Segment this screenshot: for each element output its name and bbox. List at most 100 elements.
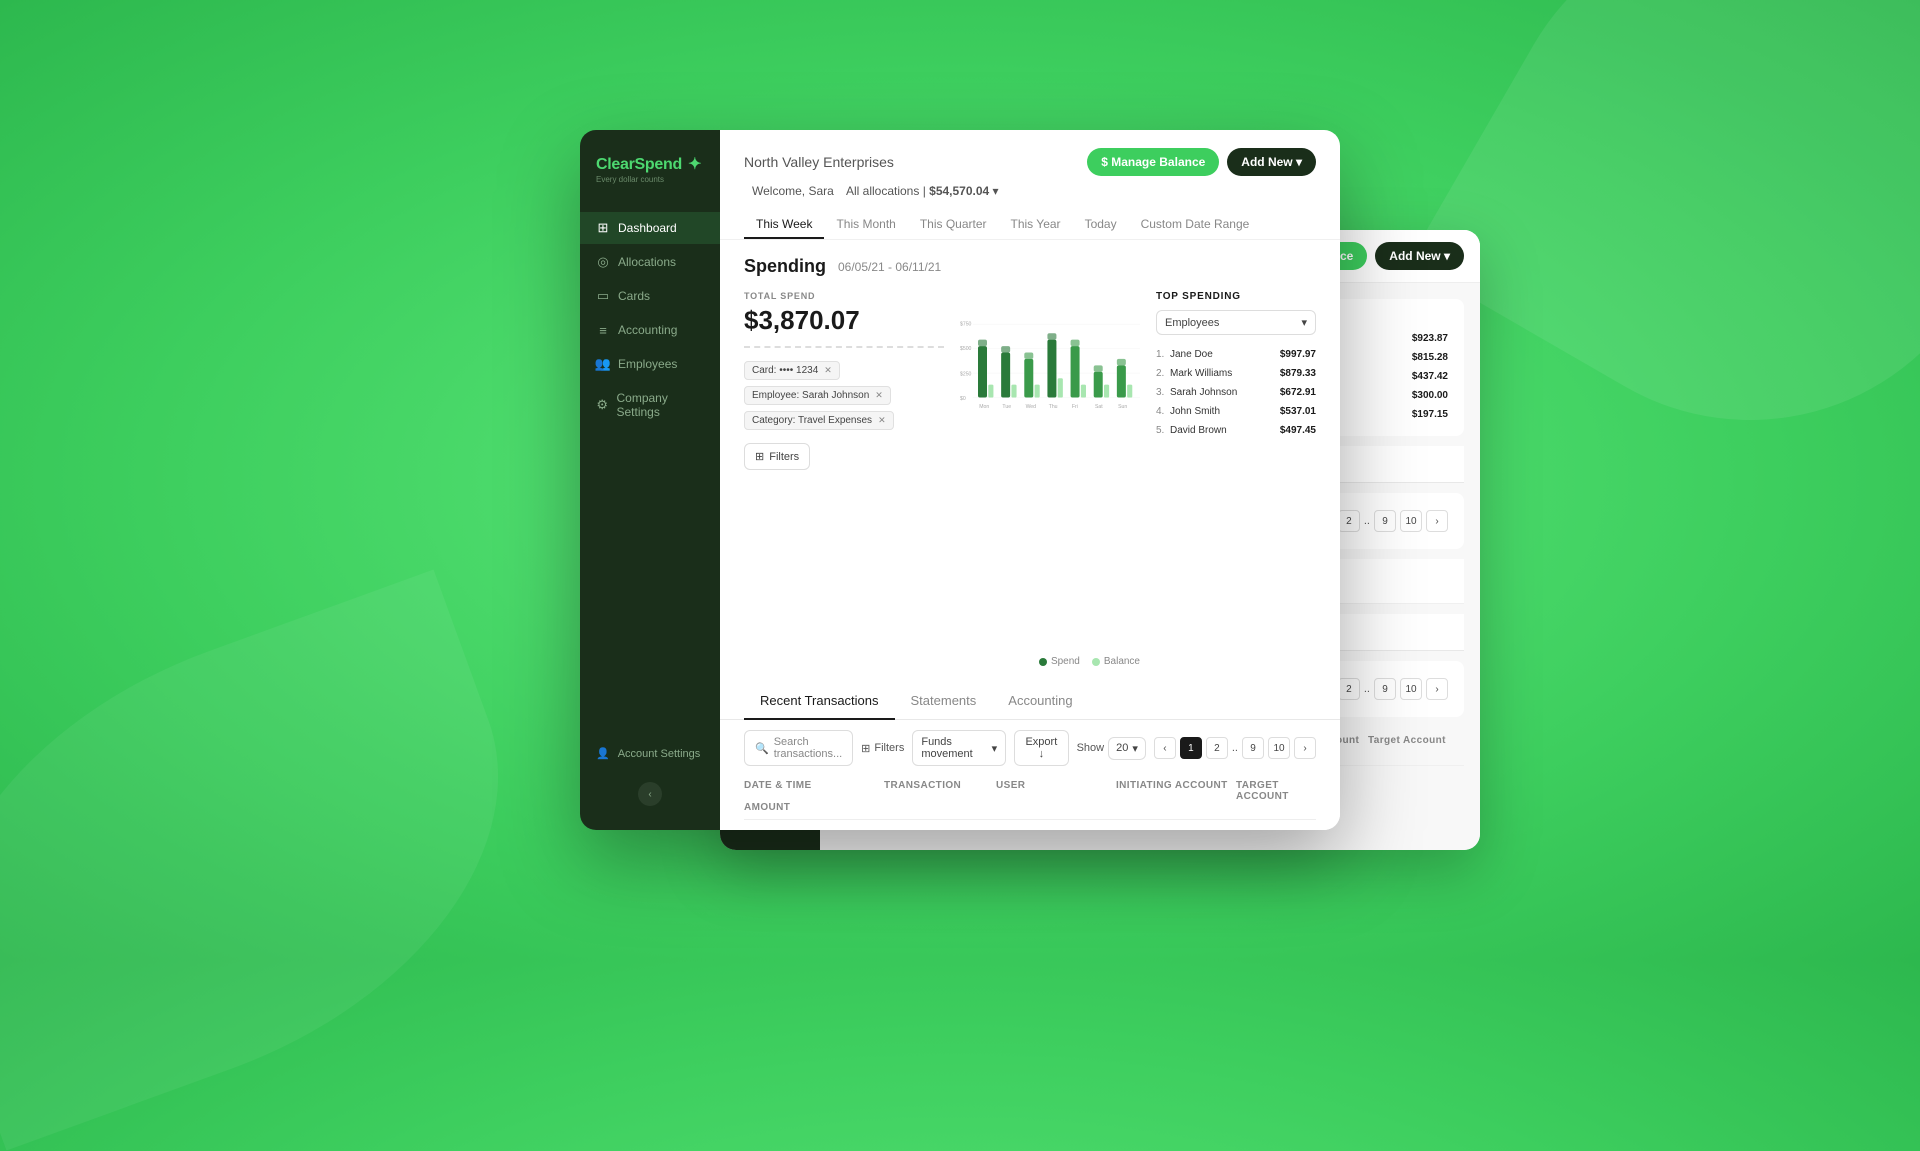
tabs-row: Recent Transactions Statements Accountin… [720,683,1340,720]
allocations-balance: All allocations | $54,570.04 ▾ [846,184,999,198]
tab-recent-transactions[interactable]: Recent Transactions [744,683,895,720]
name-3: Sarah Johnson [1170,387,1280,398]
sidebar-item-cards[interactable]: ▭ Cards [580,280,720,312]
col-user: User [996,780,1116,802]
spending-body: TOTAL SPEND $3,870.07 Card: •••• 1234 ✕ … [744,291,1316,667]
sidebar-item-label: Employees [618,357,677,371]
page-10-button[interactable]: 10 [1268,737,1290,759]
legend-spend-dot [1039,658,1047,666]
back-amount-1: $923.87 [1412,333,1448,344]
back-page-10-2[interactable]: 10 [1400,678,1422,700]
sidebar-item-employees[interactable]: 👥 Employees [580,348,720,380]
tab-statements[interactable]: Statements [895,683,993,720]
legend-spend: Spend [1039,656,1080,667]
transactions-controls: 🔍 Search transactions... ⊞ Filters Funds… [744,730,1316,766]
top-spending-list: 1. Jane Doe $997.97 2. Mark Williams $87… [1156,345,1316,440]
employees-icon: 👥 [596,357,610,371]
show-value: 20 [1116,742,1128,754]
page-1-button[interactable]: 1 [1180,737,1202,759]
show-chevron-icon: ▾ [1132,742,1138,755]
account-settings-item[interactable]: 👤 Account Settings [596,739,704,768]
svg-text:Thu: Thu [1049,404,1058,410]
search-icon: 🔍 [755,742,769,755]
add-new-button[interactable]: Add New ▾ [1227,148,1316,176]
filter-employee-remove[interactable]: ✕ [875,390,883,401]
sidebar-item-allocations[interactable]: ◎ Allocations [580,246,720,278]
manage-balance-button[interactable]: $ Manage Balance [1087,148,1219,176]
sidebar-item-dashboard[interactable]: ⊞ Dashboard [580,212,720,244]
app-logo: ClearSpend ✦ [596,154,704,174]
tab-accounting[interactable]: Accounting [992,683,1088,720]
rank-3: 3. [1156,387,1170,398]
svg-text:Sat: Sat [1095,404,1103,410]
filter-card-remove[interactable]: ✕ [824,365,832,376]
tab-this-quarter[interactable]: This Quarter [908,211,999,239]
filters-button[interactable]: ⊞ Filters [744,443,810,470]
svg-text:Tue: Tue [1002,404,1011,410]
filter-tags: Card: •••• 1234 ✕ Employee: Sarah Johnso… [744,360,944,435]
back-add-new-button[interactable]: Add New ▾ [1375,242,1464,270]
filter-icon: ⊞ [861,742,870,755]
cards-icon: ▭ [596,289,610,303]
top-spending-row-2: 2. Mark Williams $879.33 [1156,364,1316,383]
back-next-page[interactable]: › [1426,510,1448,532]
sidebar-item-label: Allocations [618,255,676,269]
tab-this-year[interactable]: This Year [999,211,1073,239]
name-4: John Smith [1170,406,1280,417]
back-page-ellipsis-2: .. [1364,683,1370,695]
svg-text:$500: $500 [960,346,972,352]
svg-text:Sun: Sun [1118,404,1127,410]
top-spending-dropdown[interactable]: Employees ▾ [1156,310,1316,335]
chart-area: $750 $500 $250 $0 [960,291,1140,667]
chart-container: $750 $500 $250 $0 [960,291,1140,652]
col-amount: Amount [744,802,884,813]
welcome-line: Welcome, Sara All allocations | $54,570.… [744,182,1316,199]
back-next-page-2[interactable]: › [1426,678,1448,700]
sidebar-item-accounting[interactable]: ≡ Accounting [580,314,720,346]
search-transactions-box[interactable]: 🔍 Search transactions... [744,730,853,766]
col-transaction: Transaction [884,780,996,802]
back-page-2-2[interactable]: 2 [1338,678,1360,700]
back-page-9-2[interactable]: 9 [1374,678,1396,700]
filter-card-label: Card: •••• 1234 [752,365,818,376]
amount-4: $537.01 [1280,406,1316,417]
tab-this-week[interactable]: This Week [744,211,824,239]
top-spending-row-1: 1. Jane Doe $997.97 [1156,345,1316,364]
legend-balance-label: Balance [1104,656,1140,667]
col-initiating: Initiating Account [1116,780,1236,802]
filter-category-remove[interactable]: ✕ [878,415,886,426]
collapse-sidebar-button[interactable]: ‹ [638,782,662,806]
filter-employee[interactable]: Employee: Sarah Johnson ✕ [744,386,891,405]
col-date-time: Date & Time [744,780,884,802]
account-settings-icon: 👤 [596,747,610,760]
show-dropdown[interactable]: 20 ▾ [1108,737,1146,760]
sidebar-item-label: Cards [618,289,650,303]
back-page-2[interactable]: 2 [1338,510,1360,532]
legend-balance: Balance [1092,656,1140,667]
svg-text:Fri: Fri [1072,404,1078,410]
back-page-9[interactable]: 9 [1374,510,1396,532]
top-spending-row-4: 4. John Smith $537.01 [1156,402,1316,421]
tab-this-month[interactable]: This Month [824,211,907,239]
tab-custom-date[interactable]: Custom Date Range [1129,211,1262,239]
export-button[interactable]: Export ↓ [1014,730,1068,766]
filter-category[interactable]: Category: Travel Expenses ✕ [744,411,894,430]
amount-1: $997.97 [1280,349,1316,360]
back-page-10[interactable]: 10 [1400,510,1422,532]
page-9-button[interactable]: 9 [1242,737,1264,759]
prev-page-button[interactable]: ‹ [1154,737,1176,759]
search-placeholder: Search transactions... [774,736,842,760]
sidebar: ClearSpend ✦ Every dollar counts ⊞ Dashb… [580,130,720,830]
page-2-button[interactable]: 2 [1206,737,1228,759]
sidebar-item-label: Accounting [618,323,677,337]
left-panel: TOTAL SPEND $3,870.07 Card: •••• 1234 ✕ … [744,291,944,667]
sidebar-item-company-settings[interactable]: ⚙ Company Settings [580,382,720,428]
next-page-button[interactable]: › [1294,737,1316,759]
svg-text:Wed: Wed [1026,404,1037,410]
filter-card[interactable]: Card: •••• 1234 ✕ [744,361,840,380]
tab-today[interactable]: Today [1073,211,1129,239]
funds-movement-dropdown[interactable]: Funds movement ▾ [912,730,1006,766]
table-header: Date & Time Transaction User Initiating … [744,774,1316,820]
transactions-section: 🔍 Search transactions... ⊞ Filters Funds… [720,720,1340,830]
back-amount-2: $815.28 [1412,352,1448,363]
